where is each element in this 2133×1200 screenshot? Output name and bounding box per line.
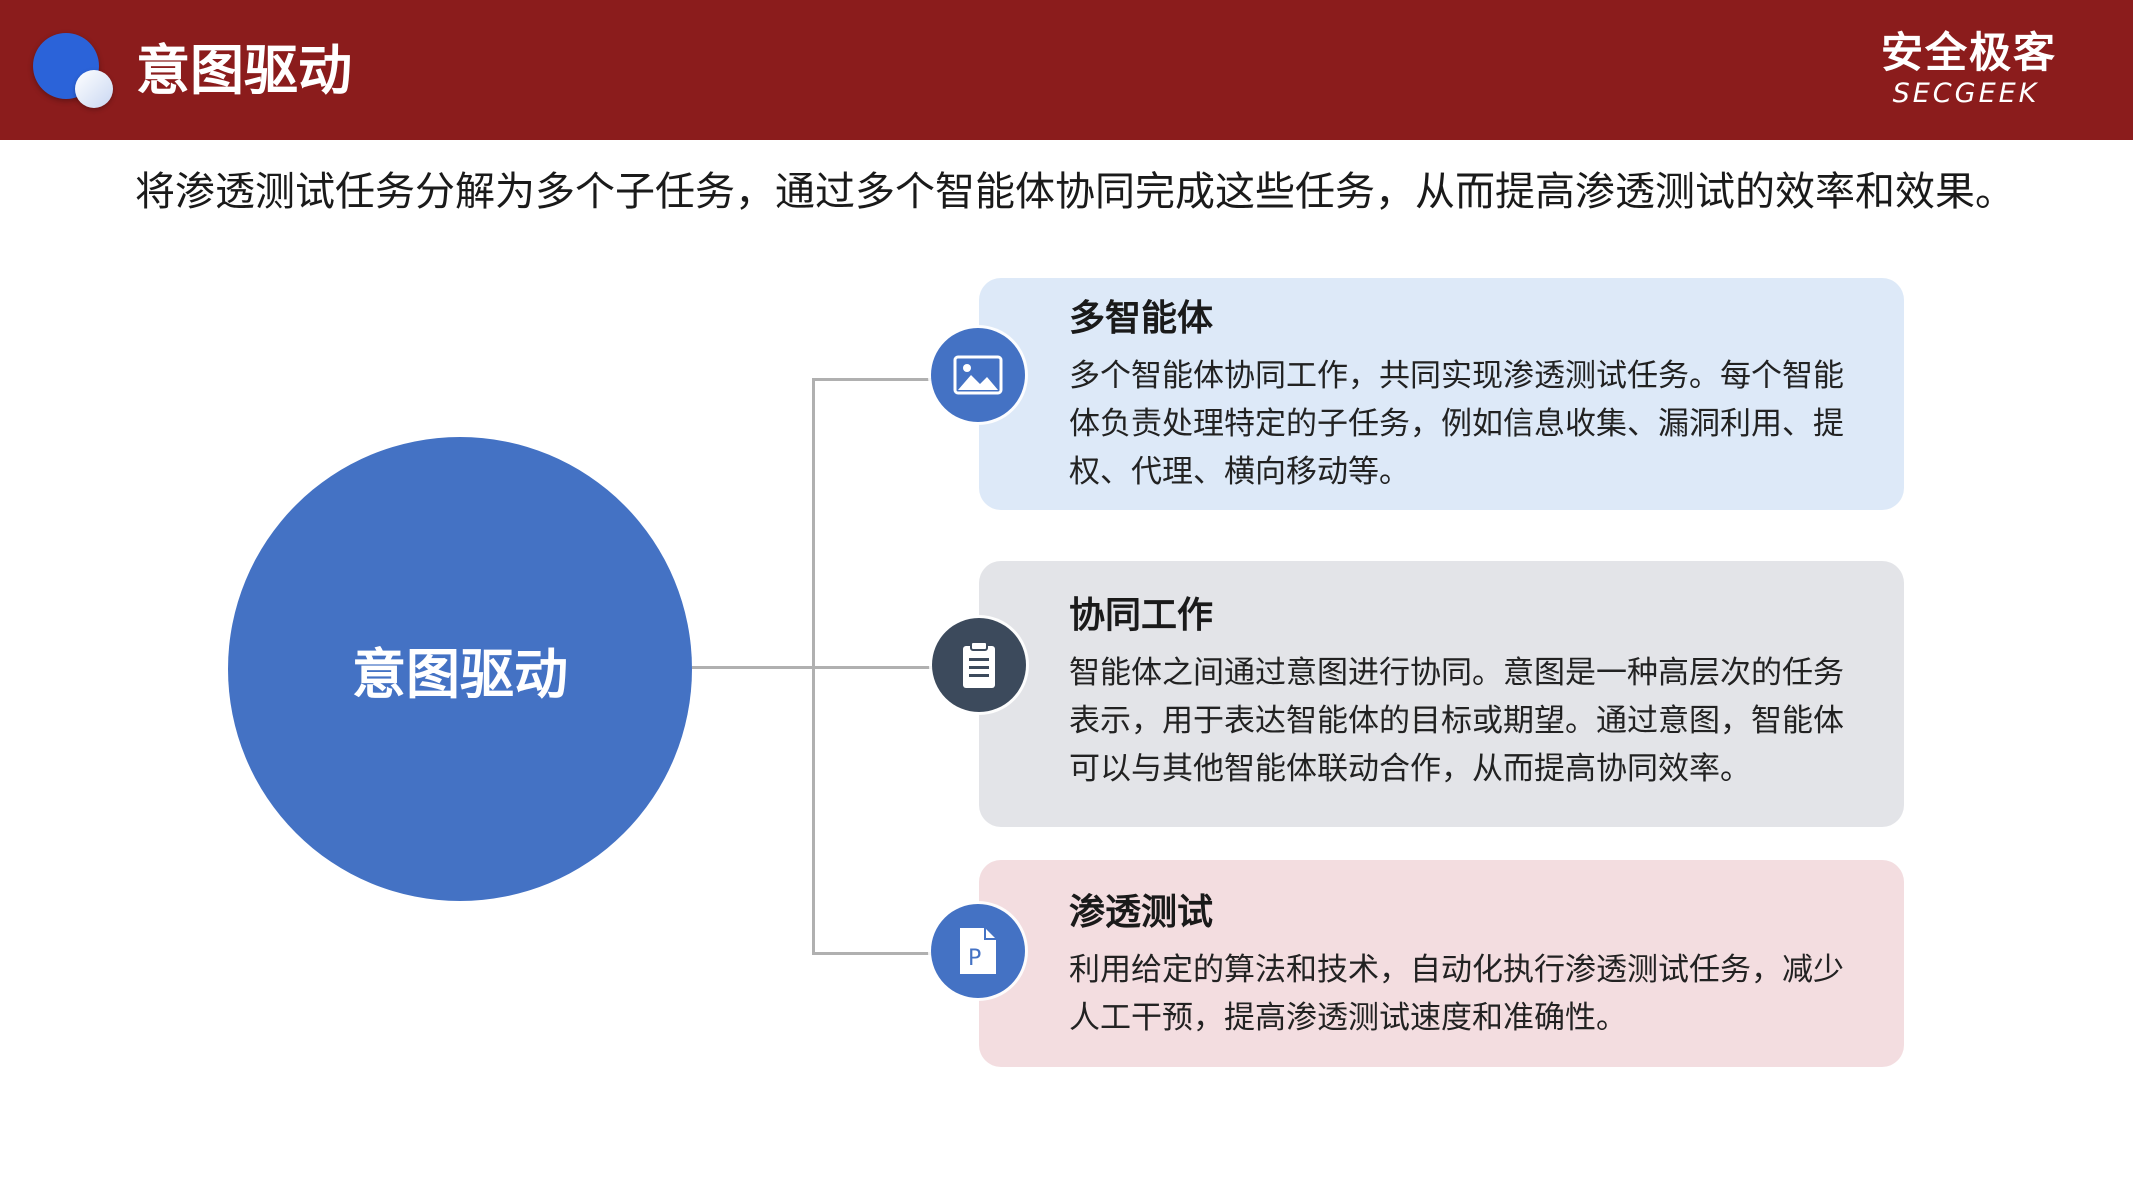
svg-text:P: P — [968, 946, 981, 971]
card-title: 协同工作 — [1069, 595, 1214, 636]
card-description: 多个智能体协同工作，共同实现渗透测试任务。每个智能体负责处理特定的子任务，例如信… — [1069, 358, 1844, 490]
card-title: 渗透测试 — [1069, 892, 1214, 933]
document-p-icon: P — [931, 904, 1025, 998]
header-decoration-dot-small — [75, 70, 113, 108]
subtitle-text: 将渗透测试任务分解为多个子任务，通过多个智能体协同完成这些任务，从而提高渗透测试… — [135, 169, 2015, 215]
center-circle: 意图驱动 — [228, 437, 692, 901]
card-description: 智能体之间通过意图进行协同。意图是一种高层次的任务表示，用于表达智能体的目标或期… — [1069, 655, 1844, 787]
card-title: 多智能体 — [1069, 298, 1214, 339]
connector-vertical — [812, 378, 815, 954]
connector-branch-bottom — [812, 952, 932, 955]
logo-chinese-text: 安全极客 — [1881, 28, 2058, 77]
clipboard-icon — [932, 618, 1026, 712]
secgeek-logo: 安全极客 SECGEEK — [1881, 28, 2058, 118]
card-description: 利用给定的算法和技术，自动化执行渗透测试任务，减少人工干预，提高渗透测试速度和准… — [1069, 952, 1844, 1036]
card-collaboration: 协同工作 智能体之间通过意图进行协同。意图是一种高层次的任务表示，用于表达智能体… — [979, 561, 1904, 827]
logo-english-text: SECGEEK — [1892, 78, 2040, 109]
header-bar: 意图驱动 安全极客 SECGEEK — [0, 0, 2133, 140]
card-multi-agent: 多智能体 多个智能体协同工作，共同实现渗透测试任务。每个智能体负责处理特定的子任… — [979, 278, 1904, 510]
image-icon — [931, 328, 1025, 422]
page-title: 意图驱动 — [136, 39, 352, 102]
card-penetration-test: 渗透测试 利用给定的算法和技术，自动化执行渗透测试任务，减少人工干预，提高渗透测… — [979, 860, 1904, 1067]
center-label: 意图驱动 — [352, 642, 568, 706]
connector-branch-top — [812, 378, 932, 381]
slide: 意图驱动 安全极客 SECGEEK 将渗透测试任务分解为多个子任务，通过多个智能… — [0, 0, 2133, 1200]
